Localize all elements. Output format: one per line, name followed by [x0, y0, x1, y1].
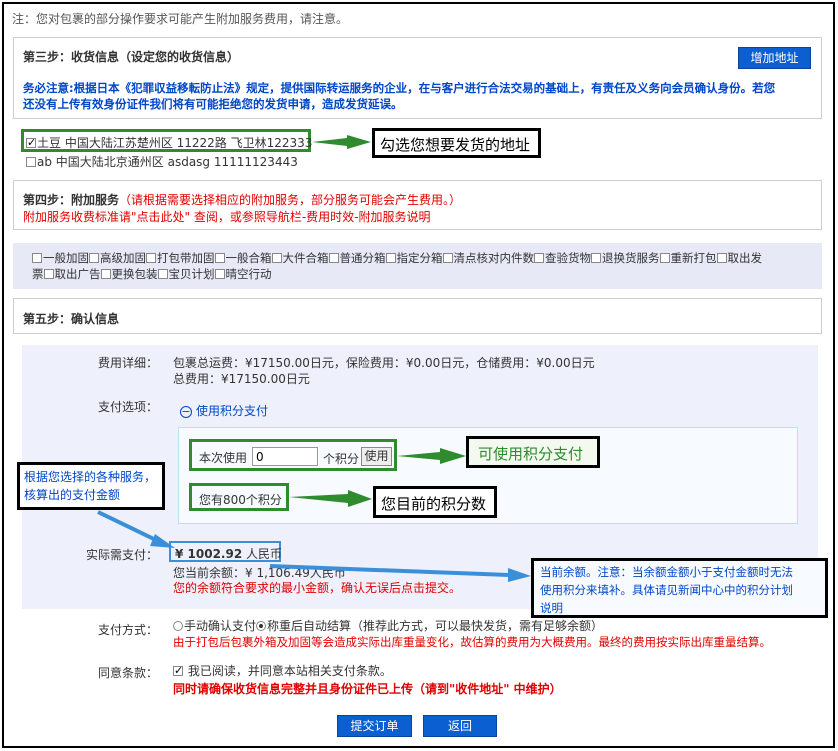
annotation-arrows — [97, 135, 531, 582]
arrow-to-actual-pay — [97, 510, 175, 548]
arrow-to-balance — [269, 564, 531, 582]
arrow-to-points — [289, 490, 372, 507]
arrow-to-address — [312, 135, 371, 149]
arrow-to-use-points — [397, 448, 466, 464]
